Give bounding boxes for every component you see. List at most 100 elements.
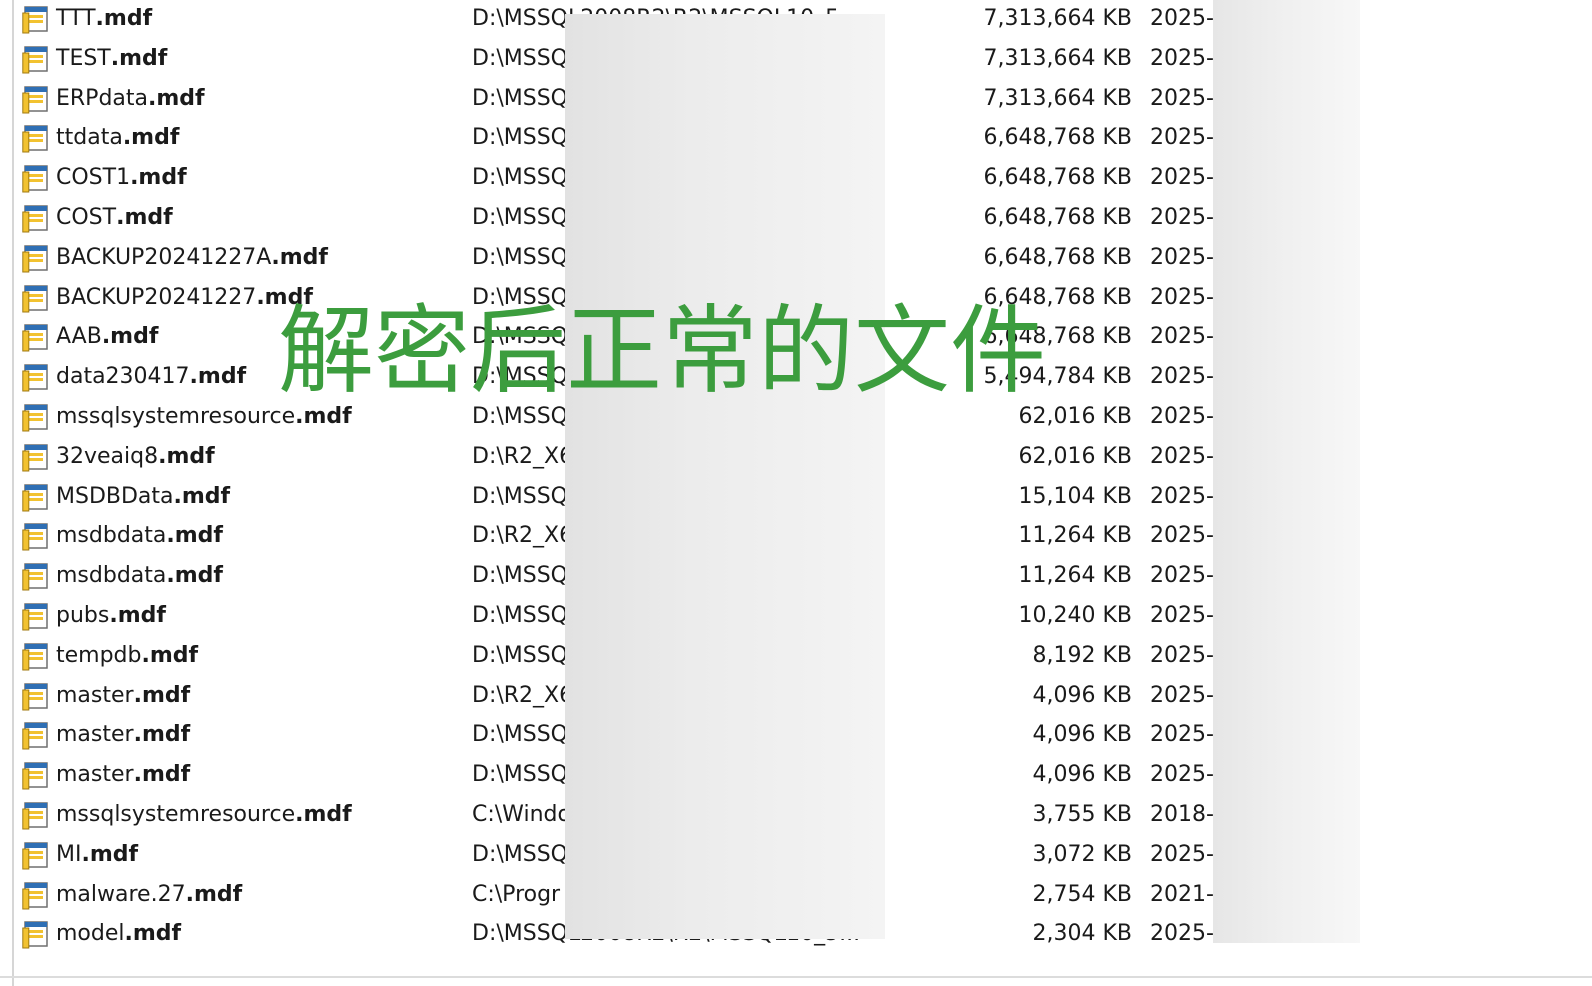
- file-basename: master: [56, 762, 134, 788]
- database-file-icon: [22, 284, 50, 313]
- file-size: 8,192 KB: [1032, 642, 1133, 668]
- file-name: msdbdata.mdf: [56, 557, 223, 595]
- database-file-icon: [22, 643, 50, 671]
- file-size: 15,104 KB: [1018, 483, 1133, 509]
- file-basename: pubs: [56, 603, 110, 628]
- database-file-icon: [22, 205, 50, 233]
- file-basename: mssqlsystemresource: [56, 404, 296, 429]
- file-basename: ERPdata: [56, 85, 149, 111]
- file-size: 3,072 KB: [1032, 841, 1133, 867]
- file-size: 7,313,664 KB: [983, 85, 1132, 111]
- file-extension: .mdf: [130, 165, 187, 191]
- file-size: 11,264 KB: [1018, 563, 1133, 589]
- database-file-icon: [22, 324, 50, 352]
- file-basename: malware.27: [56, 881, 186, 907]
- file-basename: TEST: [56, 45, 111, 71]
- database-file-icon: [22, 165, 50, 193]
- database-file-icon: [22, 483, 50, 512]
- file-name: TEST.mdf: [56, 40, 167, 78]
- file-basename: data230417: [56, 364, 190, 390]
- overlay-caption: 解密后正常的文件: [278, 295, 1046, 407]
- file-extension: .mdf: [109, 603, 166, 628]
- file-name: tempdb.mdf: [56, 637, 198, 675]
- database-file-icon: [22, 881, 50, 910]
- file-extension: .mdf: [110, 45, 168, 71]
- file-size: 6,648,768 KB: [983, 125, 1132, 151]
- file-size: 7,313,664 KB: [983, 6, 1132, 31]
- file-size: 62,016 KB: [1018, 443, 1133, 469]
- blurred-region-path: [565, 14, 885, 939]
- file-name: ttdata.mdf: [56, 119, 179, 157]
- file-basename: mssqlsystemresource: [56, 802, 296, 827]
- file-size: 10,240 KB: [1018, 603, 1133, 628]
- file-name: mssqlsystemresource.mdf: [56, 796, 352, 834]
- file-extension: .mdf: [141, 642, 199, 668]
- database-file-icon: [22, 682, 50, 711]
- file-name: master.mdf: [56, 756, 190, 794]
- partial-list-row[interactable]: [14, 958, 1574, 978]
- file-extension: .mdf: [122, 125, 180, 151]
- file-size: 2,304 KB: [1032, 921, 1133, 947]
- file-extension: .mdf: [189, 364, 247, 390]
- file-size: 6,648,768 KB: [983, 244, 1132, 270]
- blurred-region-date: [1213, 0, 1360, 943]
- database-file-icon: [22, 125, 50, 153]
- file-basename: AAB: [56, 324, 102, 350]
- file-name: MI.mdf: [56, 836, 138, 874]
- file-basename: MSDBData: [56, 483, 174, 509]
- file-basename: msdbdata: [56, 563, 167, 589]
- horizontal-scrollbar-edge: [0, 976, 1592, 978]
- file-basename: master: [56, 722, 134, 748]
- file-size: 4,096 KB: [1032, 722, 1133, 748]
- file-size: 4,096 KB: [1032, 762, 1133, 788]
- file-extension: .mdf: [166, 523, 223, 549]
- file-extension: .mdf: [124, 921, 182, 947]
- file-name: malware.27.mdf: [56, 876, 242, 914]
- database-file-icon: [22, 722, 50, 750]
- file-extension: .mdf: [101, 324, 159, 350]
- database-file-icon: [22, 762, 50, 790]
- file-size: 6,648,768 KB: [983, 205, 1132, 230]
- file-extension: .mdf: [148, 85, 205, 111]
- file-name: BACKUP20241227A.mdf: [56, 239, 328, 277]
- file-name: master.mdf: [56, 677, 190, 715]
- file-extension: .mdf: [271, 244, 328, 270]
- file-basename: MI: [56, 841, 82, 867]
- file-name: msdbdata.mdf: [56, 517, 223, 555]
- file-name: master.mdf: [56, 716, 190, 754]
- database-file-icon: [22, 6, 50, 34]
- file-basename: 32veaiq8: [56, 443, 159, 469]
- database-file-icon: [22, 842, 50, 870]
- file-extension: .mdf: [166, 563, 223, 589]
- database-file-icon: [22, 802, 50, 830]
- file-extension: .mdf: [133, 722, 191, 748]
- file-name: BACKUP20241227.mdf: [56, 279, 313, 317]
- file-basename: TTT: [56, 6, 96, 31]
- database-file-icon: [22, 603, 50, 631]
- file-size: 6,648,768 KB: [983, 165, 1132, 191]
- file-extension: .mdf: [81, 841, 139, 867]
- file-extension: .mdf: [295, 404, 352, 429]
- database-file-icon: [22, 563, 50, 591]
- file-extension: .mdf: [133, 682, 191, 708]
- file-basename: master: [56, 682, 134, 708]
- file-extension: .mdf: [116, 205, 173, 230]
- file-basename: BACKUP20241227: [56, 284, 257, 310]
- file-extension: .mdf: [133, 762, 191, 788]
- file-name: COST.mdf: [56, 199, 173, 237]
- file-extension: .mdf: [158, 443, 215, 469]
- file-size: 2,754 KB: [1032, 881, 1133, 907]
- file-name: pubs.mdf: [56, 597, 166, 635]
- file-name: ERPdata.mdf: [56, 80, 205, 118]
- database-file-icon: [22, 85, 50, 114]
- file-basename: model: [56, 921, 125, 947]
- database-file-icon: [22, 245, 50, 273]
- file-name: TTT.mdf: [56, 0, 152, 38]
- file-basename: BACKUP20241227A: [56, 244, 272, 270]
- file-basename: tempdb: [56, 642, 142, 668]
- database-file-icon: [22, 404, 50, 432]
- file-extension: .mdf: [173, 483, 231, 509]
- file-basename: COST: [56, 205, 117, 230]
- file-size: 7,313,664 KB: [983, 45, 1132, 71]
- file-size: 4,096 KB: [1032, 682, 1133, 708]
